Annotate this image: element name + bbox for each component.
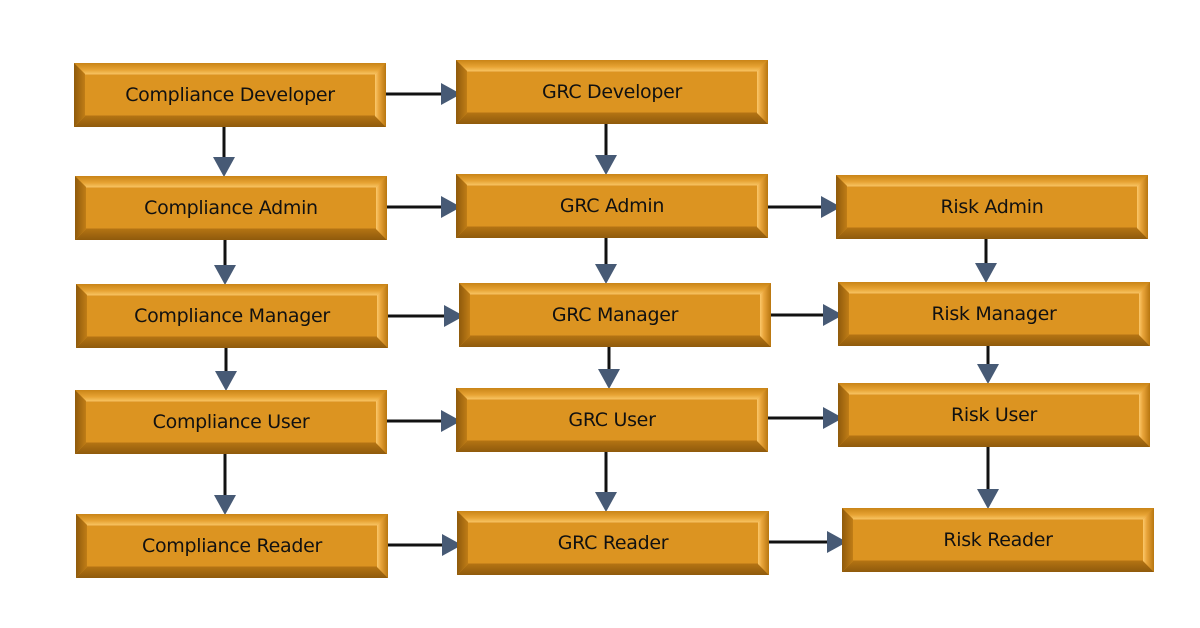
role-box-compliance-admin[interactable]: Compliance Admin (75, 176, 387, 240)
role-label: GRC Developer (541, 81, 683, 103)
arrow-grc-manager-to-grc-user (598, 347, 620, 389)
arrow-compliance-manager-to-compliance-user (215, 348, 237, 391)
role-box-grc-manager[interactable]: GRC Manager (459, 283, 771, 347)
arrow-compliance-admin-to-grc-admin (387, 196, 461, 218)
role-box-compliance-user[interactable]: Compliance User (75, 390, 387, 454)
role-box-grc-reader[interactable]: GRC Reader (457, 511, 769, 575)
arrow-compliance-admin-to-compliance-manager (214, 240, 236, 285)
role-box-grc-developer[interactable]: GRC Developer (456, 60, 768, 124)
role-label: Compliance Admin (144, 197, 318, 219)
role-label: Compliance Reader (141, 535, 323, 557)
role-label: Risk Reader (943, 529, 1053, 551)
arrow-risk-user-to-risk-reader (977, 447, 999, 509)
role-label: Risk Manager (931, 303, 1057, 325)
role-label: GRC User (568, 409, 656, 431)
role-label: Risk Admin (940, 196, 1044, 218)
arrowhead-down-icon (595, 264, 617, 284)
arrowhead-down-icon (214, 265, 236, 285)
arrowhead-down-icon (975, 263, 997, 283)
role-label: Compliance Manager (134, 305, 330, 327)
arrow-grc-developer-to-grc-admin (595, 124, 617, 175)
role-box-compliance-manager[interactable]: Compliance Manager (76, 284, 388, 348)
arrowhead-down-icon (595, 155, 617, 175)
role-label: GRC Admin (559, 195, 665, 217)
arrow-compliance-manager-to-grc-manager (388, 305, 464, 327)
role-box-compliance-developer[interactable]: Compliance Developer (74, 63, 386, 127)
arrow-grc-reader-to-risk-reader (769, 531, 847, 553)
arrow-compliance-user-to-grc-user (387, 410, 461, 432)
role-box-grc-user[interactable]: GRC User (456, 388, 768, 452)
arrowhead-down-icon (598, 369, 620, 389)
role-box-risk-admin[interactable]: Risk Admin (836, 175, 1148, 239)
role-label: GRC Reader (557, 532, 669, 554)
arrowhead-down-icon (977, 489, 999, 509)
role-label: Compliance User (152, 411, 310, 433)
role-box-risk-reader[interactable]: Risk Reader (842, 508, 1154, 572)
role-box-grc-admin[interactable]: GRC Admin (456, 174, 768, 238)
arrow-grc-user-to-risk-user (768, 407, 843, 429)
arrow-compliance-developer-to-grc-developer (386, 83, 461, 105)
arrow-compliance-reader-to-grc-reader (388, 534, 462, 556)
role-box-compliance-reader[interactable]: Compliance Reader (76, 514, 388, 578)
arrow-compliance-developer-to-compliance-admin (213, 127, 235, 177)
role-label: Compliance Developer (125, 84, 335, 106)
arrowhead-down-icon (214, 495, 236, 515)
arrowhead-down-icon (215, 371, 237, 391)
arrow-grc-user-to-grc-reader (595, 452, 617, 512)
role-label: Risk User (950, 404, 1038, 426)
arrow-risk-admin-to-risk-manager (975, 239, 997, 283)
role-label: GRC Manager (551, 304, 679, 326)
arrow-grc-admin-to-grc-manager (595, 238, 617, 284)
arrowhead-down-icon (977, 364, 999, 384)
arrow-risk-manager-to-risk-user (977, 346, 999, 384)
arrowhead-down-icon (595, 492, 617, 512)
arrowhead-down-icon (213, 157, 235, 177)
role-box-risk-manager[interactable]: Risk Manager (838, 282, 1150, 346)
role-hierarchy-diagram: Compliance Developer Compliance Admin Co… (0, 0, 1200, 628)
arrow-compliance-user-to-compliance-reader (214, 454, 236, 515)
arrow-grc-admin-to-risk-admin (768, 196, 841, 218)
arrow-grc-manager-to-risk-manager (771, 304, 843, 326)
role-box-risk-user[interactable]: Risk User (838, 383, 1150, 447)
